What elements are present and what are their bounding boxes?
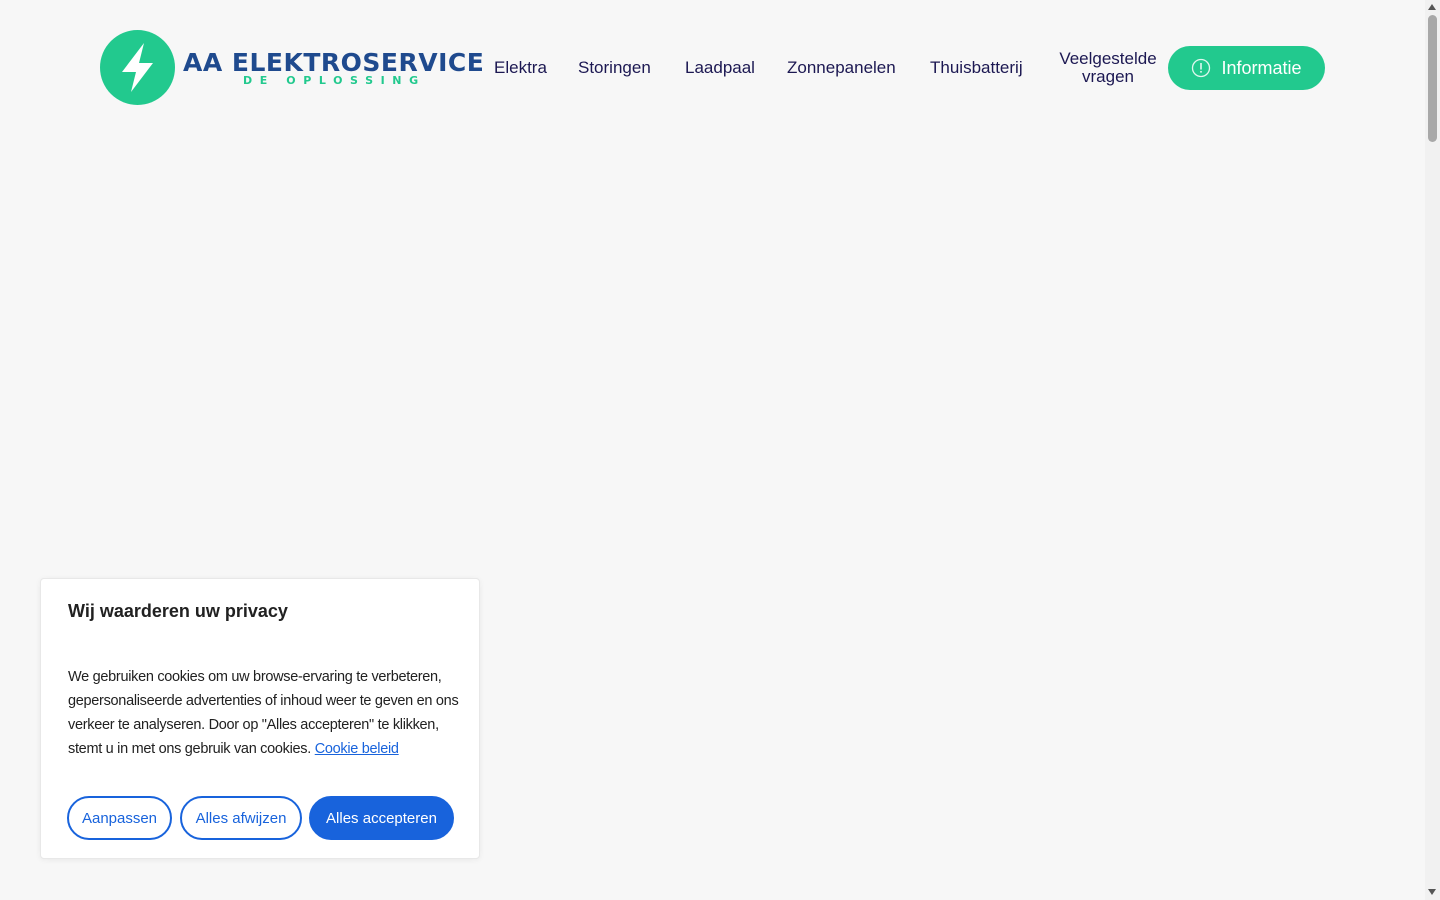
cookie-title: Wij waarderen uw privacy [68,601,288,621]
cookie-description: We gebruiken cookies om uw browse-ervari… [68,665,460,761]
informatie-button[interactable]: Informatie [1168,46,1325,90]
site-header: AA ELEKTROSERVICE DE OPLOSSING Elektra S… [0,0,1425,136]
scroll-down-arrow-icon[interactable] [1428,889,1436,895]
accept-all-button[interactable]: Alles accepteren [309,796,454,840]
nav-item-zonnepanelen[interactable]: Zonnepanelen [787,58,896,78]
scrollbar-thumb[interactable] [1428,15,1437,142]
cookie-consent-dialog: Wij waarderen uw privacy We gebruiken co… [40,578,480,859]
brand-title: AA ELEKTROSERVICE [183,48,485,77]
nav-item-storingen[interactable]: Storingen [578,58,651,78]
nav-item-laadpaal[interactable]: Laadpaal [685,58,755,78]
cookie-policy-link[interactable]: Cookie beleid [315,741,399,757]
nav-item-elektra[interactable]: Elektra [494,58,547,78]
info-icon [1191,58,1211,78]
customize-button[interactable]: Aanpassen [67,796,172,840]
brand-logo[interactable]: AA ELEKTROSERVICE DE OPLOSSING [100,30,484,106]
reject-all-button[interactable]: Alles afwijzen [180,796,302,840]
brand-subtitle: DE OPLOSSING [243,74,426,87]
nav-item-thuisbatterij[interactable]: Thuisbatterij [930,58,1023,78]
page-scrollbar[interactable] [1425,0,1440,900]
scroll-up-arrow-icon[interactable] [1428,4,1436,10]
nav-item-faq[interactable]: Veelgestelde vragen [1054,50,1162,86]
lightning-bolt-icon [100,30,175,105]
informatie-label: Informatie [1221,57,1302,78]
cookie-body-text: We gebruiken cookies om uw browse-ervari… [68,669,459,757]
